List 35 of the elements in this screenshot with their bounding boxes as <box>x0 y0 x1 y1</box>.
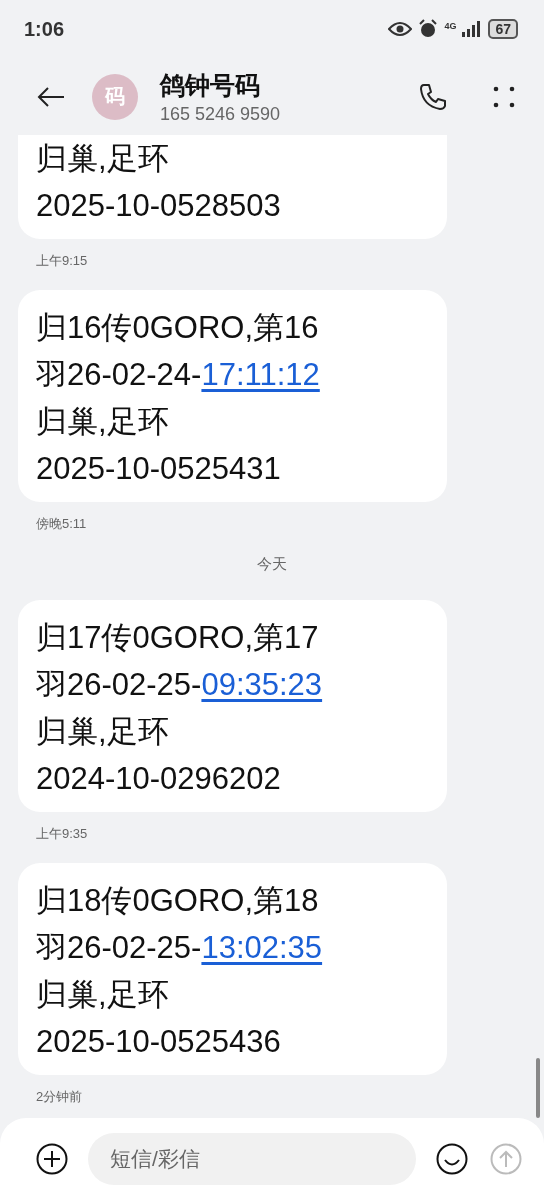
contact-name: 鸽钟号码 <box>160 69 261 101</box>
message-input[interactable]: 短信/彩信 <box>88 1133 416 1185</box>
message-time: 上午9:15 <box>36 252 88 270</box>
battery-indicator: 67 <box>488 19 518 39</box>
time-link[interactable]: 09:35:23 <box>201 667 323 702</box>
message-line: 羽26-02-25-13:02:35 <box>36 929 324 967</box>
message-line: 2025-10-0525431 <box>36 450 282 488</box>
add-button[interactable] <box>34 1141 70 1177</box>
message-line: 归17传0GORO,第17 <box>36 619 320 657</box>
status-time: 1:06 <box>24 17 65 41</box>
time-link[interactable]: 13:02:35 <box>201 930 323 965</box>
message-line: 羽26-02-24-17:11:12 <box>36 356 321 394</box>
date-separator: 今天 <box>257 555 287 574</box>
phone-number: 165 5246 9590 <box>160 103 282 125</box>
message-line: 归16传0GORO,第16 <box>36 309 320 347</box>
eye-icon <box>388 21 413 37</box>
message-line: 2025-10-0528503 <box>36 187 282 225</box>
scrollbar <box>536 1058 540 1118</box>
message-line: 归18传0GORO,第18 <box>36 882 320 920</box>
network-label: 4G <box>444 21 457 31</box>
message-line: 2024-10-0296202 <box>36 760 282 798</box>
message-line: 归巢,足环 <box>36 403 170 441</box>
message-time: 傍晚5:11 <box>36 515 87 533</box>
message-line: 归巢,足环 <box>36 713 170 751</box>
message-line: 归巢,足环 <box>36 976 170 1014</box>
message-line: 羽26-02-25-09:35:23 <box>36 666 324 704</box>
message-time: 上午9:35 <box>36 825 88 843</box>
message-line: 2025-10-0525436 <box>36 1023 282 1061</box>
message-time: 2分钟前 <box>36 1088 83 1106</box>
message-line: 归巢,足环 <box>36 140 170 178</box>
emoji-button[interactable] <box>434 1141 470 1177</box>
contact-avatar: 码 <box>92 73 138 120</box>
signal-icon <box>462 21 483 37</box>
time-link[interactable]: 17:11:12 <box>201 357 320 392</box>
alarm-icon <box>418 19 439 39</box>
